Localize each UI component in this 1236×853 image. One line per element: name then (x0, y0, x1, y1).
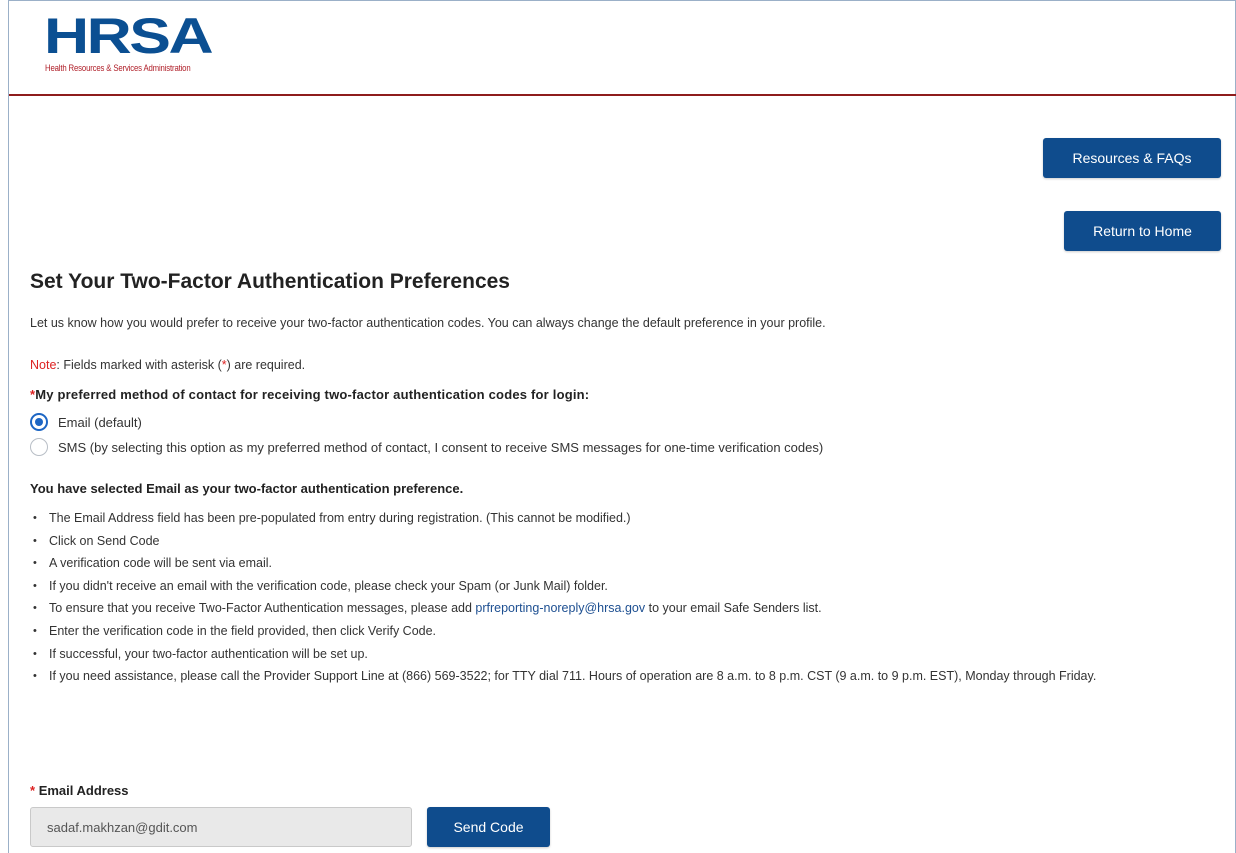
required-note: Note: Fields marked with asterisk (*) ar… (30, 358, 305, 372)
email-field[interactable] (30, 807, 412, 847)
list-item: A verification code will be sent via ema… (30, 555, 1220, 572)
email-required-asterisk: * (30, 783, 36, 798)
logo-subtitle: Health Resources & Services Administrati… (45, 63, 191, 74)
list-item: If you didn't receive an email with the … (30, 578, 1220, 595)
logo-wordmark: HRSA (44, 8, 214, 64)
radio-label-sms: SMS (by selecting this option as my pref… (58, 439, 824, 455)
list-item: If successful, your two-factor authentic… (30, 646, 1220, 663)
list-item-safe-senders: To ensure that you receive Two-Factor Au… (30, 600, 1220, 617)
page-header: HRSA Health Resources & Services Adminis… (9, 1, 1235, 95)
header-divider (9, 94, 1236, 96)
note-text-a: : Fields marked with asterisk ( (56, 358, 222, 372)
selected-preference-message: You have selected Email as your two-fact… (30, 481, 464, 496)
send-code-button[interactable]: Send Code (427, 807, 550, 847)
email-label-text: Email Address (38, 783, 129, 798)
safe-sender-text-after: to your email Safe Senders list. (645, 601, 822, 616)
resources-faqs-button[interactable]: Resources & FAQs (1043, 138, 1221, 178)
return-to-home-button[interactable]: Return to Home (1064, 211, 1221, 251)
contact-method-question: *My preferred method of contact for rece… (30, 387, 589, 402)
list-item: The Email Address field has been pre-pop… (30, 510, 1220, 527)
radio-option-email[interactable]: Email (default) (30, 413, 142, 431)
safe-sender-text-before: To ensure that you receive Two-Factor Au… (49, 601, 476, 616)
note-text-b: ) are required. (226, 358, 306, 372)
list-item: If you need assistance, please call the … (30, 668, 1220, 685)
safe-sender-email-link[interactable]: prfreporting-noreply@hrsa.gov (475, 601, 645, 615)
radio-option-sms[interactable]: SMS (by selecting this option as my pref… (30, 438, 823, 456)
intro-text: Let us know how you would prefer to rece… (30, 316, 826, 330)
instruction-list: The Email Address field has been pre-pop… (30, 510, 1220, 691)
email-field-label: * Email Address (30, 783, 129, 798)
list-item: Enter the verification code in the field… (30, 623, 1220, 640)
list-item: Click on Send Code (30, 533, 1220, 550)
hrsa-logo[interactable]: HRSA Health Resources & Services Adminis… (44, 8, 244, 83)
frame-left-border (8, 0, 9, 853)
note-label: Note (30, 358, 57, 372)
radio-button-sms[interactable] (30, 438, 48, 456)
page-title: Set Your Two-Factor Authentication Prefe… (30, 270, 510, 293)
radio-button-email[interactable] (30, 413, 48, 431)
radio-label-email: Email (default) (58, 414, 142, 430)
question-text: My preferred method of contact for recei… (35, 387, 590, 402)
